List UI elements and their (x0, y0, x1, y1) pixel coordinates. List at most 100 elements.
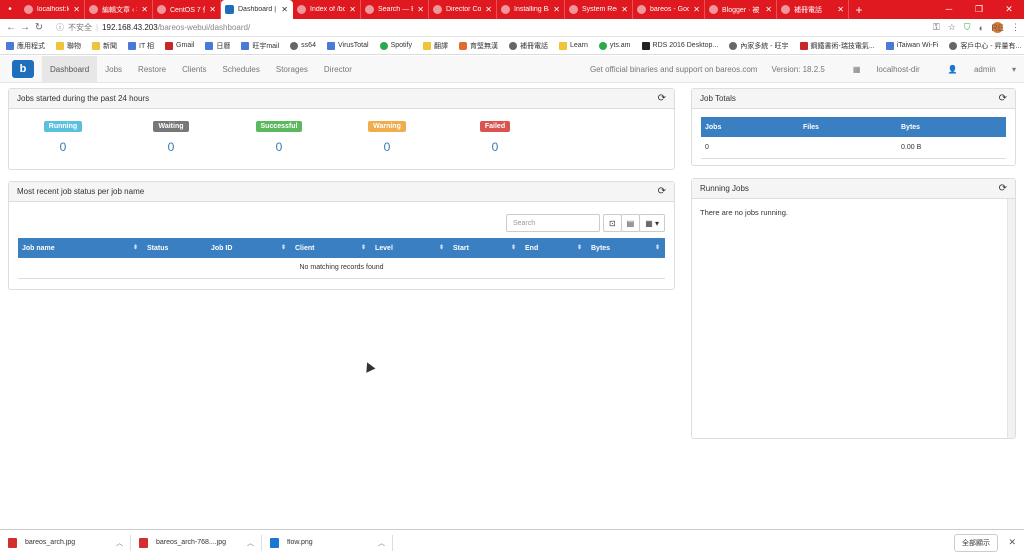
bookmark-item[interactable]: Spotify (379, 41, 412, 50)
minimize-icon[interactable]: ─ (934, 4, 964, 15)
bookmark-item[interactable]: IT 相 (128, 41, 154, 51)
col-start[interactable]: Start ⬍ (449, 238, 521, 258)
url-field[interactable]: ⓘ 不安全 | 192.168.43.203 /bareos-webui/das… (56, 22, 933, 33)
refresh-table-button[interactable]: ▤ (620, 214, 641, 232)
browser-tab[interactable]: Blogger · 被 ✕ (705, 0, 777, 19)
chevron-up-icon[interactable]: ︿ (247, 538, 254, 548)
bookmark-item[interactable]: 應用程式 (6, 41, 45, 51)
columns-button[interactable]: ▦ ▾ (639, 214, 665, 232)
browser-tab[interactable]: 編輯文章 ‹ 被 ✕ (85, 0, 153, 19)
col-end[interactable]: End ⬍ (521, 238, 587, 258)
bookmark-item[interactable]: Gmail (165, 41, 194, 50)
bookmark-item[interactable]: 鋼鐵書術-瑞技電氣... (799, 41, 875, 51)
col-job-id[interactable]: Job ID ⬍ (207, 238, 291, 258)
close-icon[interactable]: ✕ (1008, 537, 1016, 548)
close-icon[interactable]: ✕ (485, 5, 492, 14)
bookmark-item[interactable]: 日曆 (205, 41, 230, 51)
refresh-icon[interactable]: ⟳ (999, 183, 1007, 194)
browser-tab[interactable]: CentOS 7 佈 ✕ (153, 0, 221, 19)
search-input[interactable]: Search (505, 214, 600, 232)
browser-tab[interactable]: Director Con✕ (429, 0, 497, 19)
restore-icon[interactable]: ❐ (964, 4, 994, 15)
browser-tab[interactable]: Installing Ba ✕ (497, 0, 565, 19)
nav-jobs[interactable]: Jobs (97, 56, 130, 83)
bookmark-item[interactable]: RDS 2016 Desktop... (641, 41, 718, 50)
status-count-link[interactable]: 0 (333, 140, 441, 154)
close-icon[interactable]: ✕ (693, 5, 700, 14)
director-selector[interactable]: ▦ localhost-dir (839, 65, 920, 74)
chat-extension-icon[interactable]: ◐ (979, 23, 984, 33)
scrollbar[interactable] (1007, 199, 1015, 438)
status-count-link[interactable]: 0 (225, 140, 333, 154)
col-status[interactable]: Status (143, 238, 207, 258)
bookmark-item[interactable]: Learn (558, 41, 588, 50)
close-icon[interactable]: ✕ (141, 5, 148, 14)
bookmark-item[interactable]: 育堅無漢 (458, 41, 498, 51)
browser-tab[interactable]: Index of /bo ✕ (293, 0, 361, 19)
bookmark-item[interactable]: VirusTotal (326, 41, 369, 50)
close-icon[interactable]: ✕ (553, 5, 560, 14)
bookmark-item[interactable]: 內家多統 - 旺宇 (729, 41, 789, 51)
download-item[interactable]: flow.png ︿ (270, 537, 385, 548)
bookmark-item[interactable]: iTaiwan Wi-Fi (885, 41, 938, 50)
refresh-icon[interactable]: ⟳ (999, 93, 1007, 104)
browser-tab-active[interactable]: Dashboard | ✕ (221, 0, 293, 19)
close-icon[interactable]: ✕ (621, 5, 628, 14)
bareos-logo[interactable]: b (12, 60, 34, 78)
window-menu-icon[interactable]: • (0, 0, 20, 19)
menu-icon[interactable]: ⋮ (1011, 22, 1020, 33)
browser-tab[interactable]: System Requ ✕ (565, 0, 633, 19)
close-icon[interactable]: ✕ (281, 5, 288, 14)
nav-restore[interactable]: Restore (130, 56, 174, 83)
col-client[interactable]: Client ⬍ (291, 238, 371, 258)
col-job-name[interactable]: Job name ⬍ (18, 238, 143, 258)
key-icon[interactable]: ⚿ (933, 22, 940, 33)
nav-storages[interactable]: Storages (268, 56, 316, 83)
download-item[interactable]: bareos_arch.jpg ︿ (8, 537, 123, 548)
bookmark-item[interactable]: 聯物 (56, 41, 81, 51)
col-level[interactable]: Level ⬍ (371, 238, 449, 258)
nav-clients[interactable]: Clients (174, 56, 214, 83)
shield-extension-icon[interactable]: ⛉ (964, 22, 971, 33)
support-link[interactable]: Get official binaries and support on bar… (590, 65, 758, 74)
bookmark-item[interactable]: yts.am (598, 41, 631, 50)
nav-dashboard[interactable]: Dashboard (42, 55, 98, 83)
refresh-icon[interactable]: ⟳ (658, 93, 666, 104)
col-bytes[interactable]: Bytes ⬍ (587, 238, 665, 258)
status-count-link[interactable]: 0 (9, 140, 117, 154)
window-close-icon[interactable]: ✕ (994, 4, 1024, 15)
new-tab-icon[interactable]: + (849, 3, 869, 17)
status-count-link[interactable]: 0 (441, 140, 549, 154)
close-icon[interactable]: ✕ (837, 5, 844, 14)
chevron-up-icon[interactable]: ︿ (378, 538, 385, 548)
bookmark-item[interactable]: 客戶中心 - 昇量有... (949, 41, 1021, 51)
close-icon[interactable]: ✕ (417, 5, 424, 14)
chevron-up-icon[interactable]: ︿ (116, 538, 123, 548)
nav-director[interactable]: Director (316, 56, 360, 83)
status-count-link[interactable]: 0 (117, 140, 225, 154)
browser-tab[interactable]: 補冊電話 ✕ (777, 0, 849, 19)
star-icon[interactable]: ☆ (948, 22, 956, 33)
show-all-button[interactable]: 全部顯示 (954, 533, 998, 552)
close-icon[interactable]: ✕ (209, 5, 216, 14)
bookmark-item[interactable]: 翻譯 (422, 41, 448, 51)
browser-tab[interactable]: Search — Ba ✕ (361, 0, 429, 19)
bookmark-item[interactable]: 補冊電話 (508, 41, 548, 51)
close-icon[interactable]: ✕ (349, 5, 356, 14)
forward-icon[interactable]: → (18, 22, 32, 33)
profile-avatar[interactable]: RE (991, 22, 1004, 33)
browser-tab[interactable]: bareos - Goo ✕ (633, 0, 705, 19)
close-icon[interactable]: ✕ (765, 5, 772, 14)
reload-icon[interactable]: ↻ (32, 22, 46, 33)
back-icon[interactable]: ← (4, 22, 18, 33)
browser-tab[interactable]: localhost:loc ✕ (20, 0, 85, 19)
download-item[interactable]: bareos_arch-768....jpg ︿ (139, 537, 254, 548)
bookmark-item[interactable]: 新聞 (92, 41, 117, 51)
bookmark-item[interactable]: 旺宇mail (241, 41, 279, 51)
refresh-icon[interactable]: ⟳ (658, 186, 666, 197)
toggle-view-button[interactable]: ⊡ (602, 214, 622, 232)
bookmark-item[interactable]: ss64 (290, 41, 316, 50)
close-icon[interactable]: ✕ (73, 5, 80, 14)
user-menu[interactable]: 👤 admin ▾ (934, 65, 1016, 74)
nav-schedules[interactable]: Schedules (215, 56, 268, 83)
